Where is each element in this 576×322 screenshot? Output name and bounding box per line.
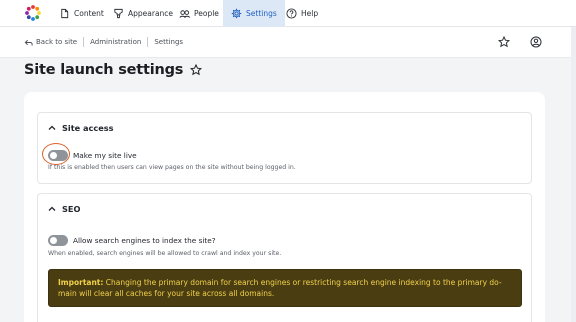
nav-content-label: Content xyxy=(74,9,104,18)
search-index-row: Allow search engines to index the site? xyxy=(48,235,216,246)
warning-strong: Important: xyxy=(58,278,104,287)
site-logo[interactable] xyxy=(24,4,42,22)
top-toolbar: Content Appearance People Settings Help xyxy=(0,0,576,27)
gear-icon xyxy=(231,8,242,19)
nav-help[interactable]: Help xyxy=(279,0,325,27)
user-account-icon[interactable] xyxy=(530,36,542,48)
people-icon xyxy=(179,10,190,18)
seo-heading: SEO xyxy=(62,204,81,214)
star-icon[interactable] xyxy=(498,36,510,48)
breadcrumb-divider xyxy=(83,37,85,47)
site-access-help-text: If this is enabled then users can view p… xyxy=(48,164,296,171)
warning-line-1: Important: Changing the primary domain f… xyxy=(58,277,512,288)
breadcrumb: Back to site Administration Settings xyxy=(24,37,183,47)
breadcrumb-bar: Back to site Administration Settings xyxy=(0,27,576,58)
nav-help-label: Help xyxy=(301,9,319,18)
breadcrumb-divider xyxy=(147,37,149,47)
help-icon xyxy=(286,8,297,19)
back-arrow-icon xyxy=(24,39,33,46)
breadcrumb-administration[interactable]: Administration xyxy=(90,38,141,46)
seo-section: SEO Allow search engines to index the si… xyxy=(37,193,532,322)
brush-icon xyxy=(114,8,123,19)
page-title-text: Site launch settings xyxy=(24,62,184,78)
back-to-site-link[interactable]: Back to site xyxy=(36,38,77,46)
nav-people[interactable]: People xyxy=(172,0,226,27)
nav-appearance[interactable]: Appearance xyxy=(106,0,180,27)
chevron-up-icon xyxy=(48,206,56,211)
favorite-star-icon[interactable] xyxy=(190,64,203,76)
nav-appearance-label: Appearance xyxy=(128,9,174,18)
toggle-focus-ring xyxy=(42,143,70,165)
warning-text-1: Changing the primary domain for search e… xyxy=(105,278,502,287)
site-access-header[interactable]: Site access xyxy=(48,123,114,133)
site-access-heading: Site access xyxy=(62,123,114,133)
nav-settings-label: Settings xyxy=(246,9,277,18)
page-scrollbar[interactable] xyxy=(571,27,576,322)
seo-header[interactable]: SEO xyxy=(48,204,80,214)
breadcrumb-settings[interactable]: Settings xyxy=(154,38,183,46)
site-access-section: Site access Make my site live If this is… xyxy=(37,112,532,184)
page-title: Site launch settings xyxy=(24,62,203,78)
make-site-live-label: Make my site live xyxy=(73,151,137,160)
warning-text-2: main will clear all caches for your site… xyxy=(58,289,275,298)
nav-people-label: People xyxy=(194,9,219,18)
file-icon xyxy=(61,8,69,19)
nav-content[interactable]: Content xyxy=(52,0,111,27)
search-index-toggle[interactable] xyxy=(48,235,68,246)
nav-settings[interactable]: Settings xyxy=(223,0,285,27)
search-index-label: Allow search engines to index the site? xyxy=(73,236,216,245)
chevron-up-icon xyxy=(48,125,56,130)
domain-warning-message: Important: Changing the primary domain f… xyxy=(48,269,522,307)
seo-help-text: When enabled, search engines will be all… xyxy=(48,250,282,257)
